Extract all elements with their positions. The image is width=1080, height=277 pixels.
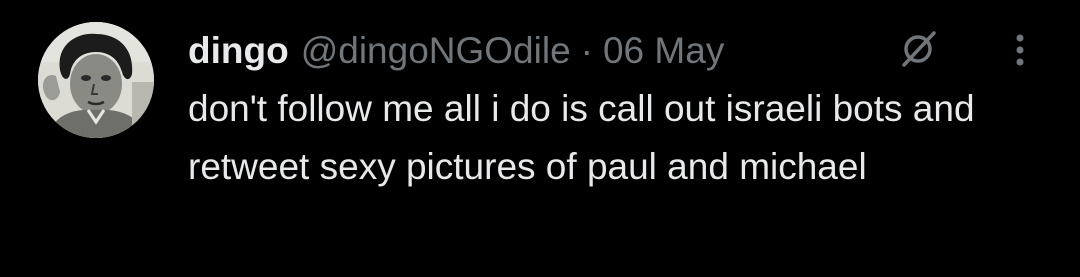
display-name[interactable]: dingo [188, 24, 289, 78]
tweet-header: dingo @dingoNGOdile · 06 May [188, 24, 724, 78]
more-options-icon[interactable] [1008, 30, 1032, 70]
separator-dot: · [580, 30, 593, 71]
tweet-text: don't follow me all i do is call out isr… [188, 88, 975, 187]
user-handle[interactable]: @dingoNGOdile [301, 24, 571, 78]
grok-icon[interactable] [897, 28, 939, 70]
avatar[interactable] [38, 22, 154, 138]
tweet[interactable]: dingo @dingoNGOdile · 06 May don't follo… [0, 0, 1080, 277]
avatar-photo [38, 22, 154, 138]
tweet-date[interactable]: 06 May [603, 24, 724, 78]
